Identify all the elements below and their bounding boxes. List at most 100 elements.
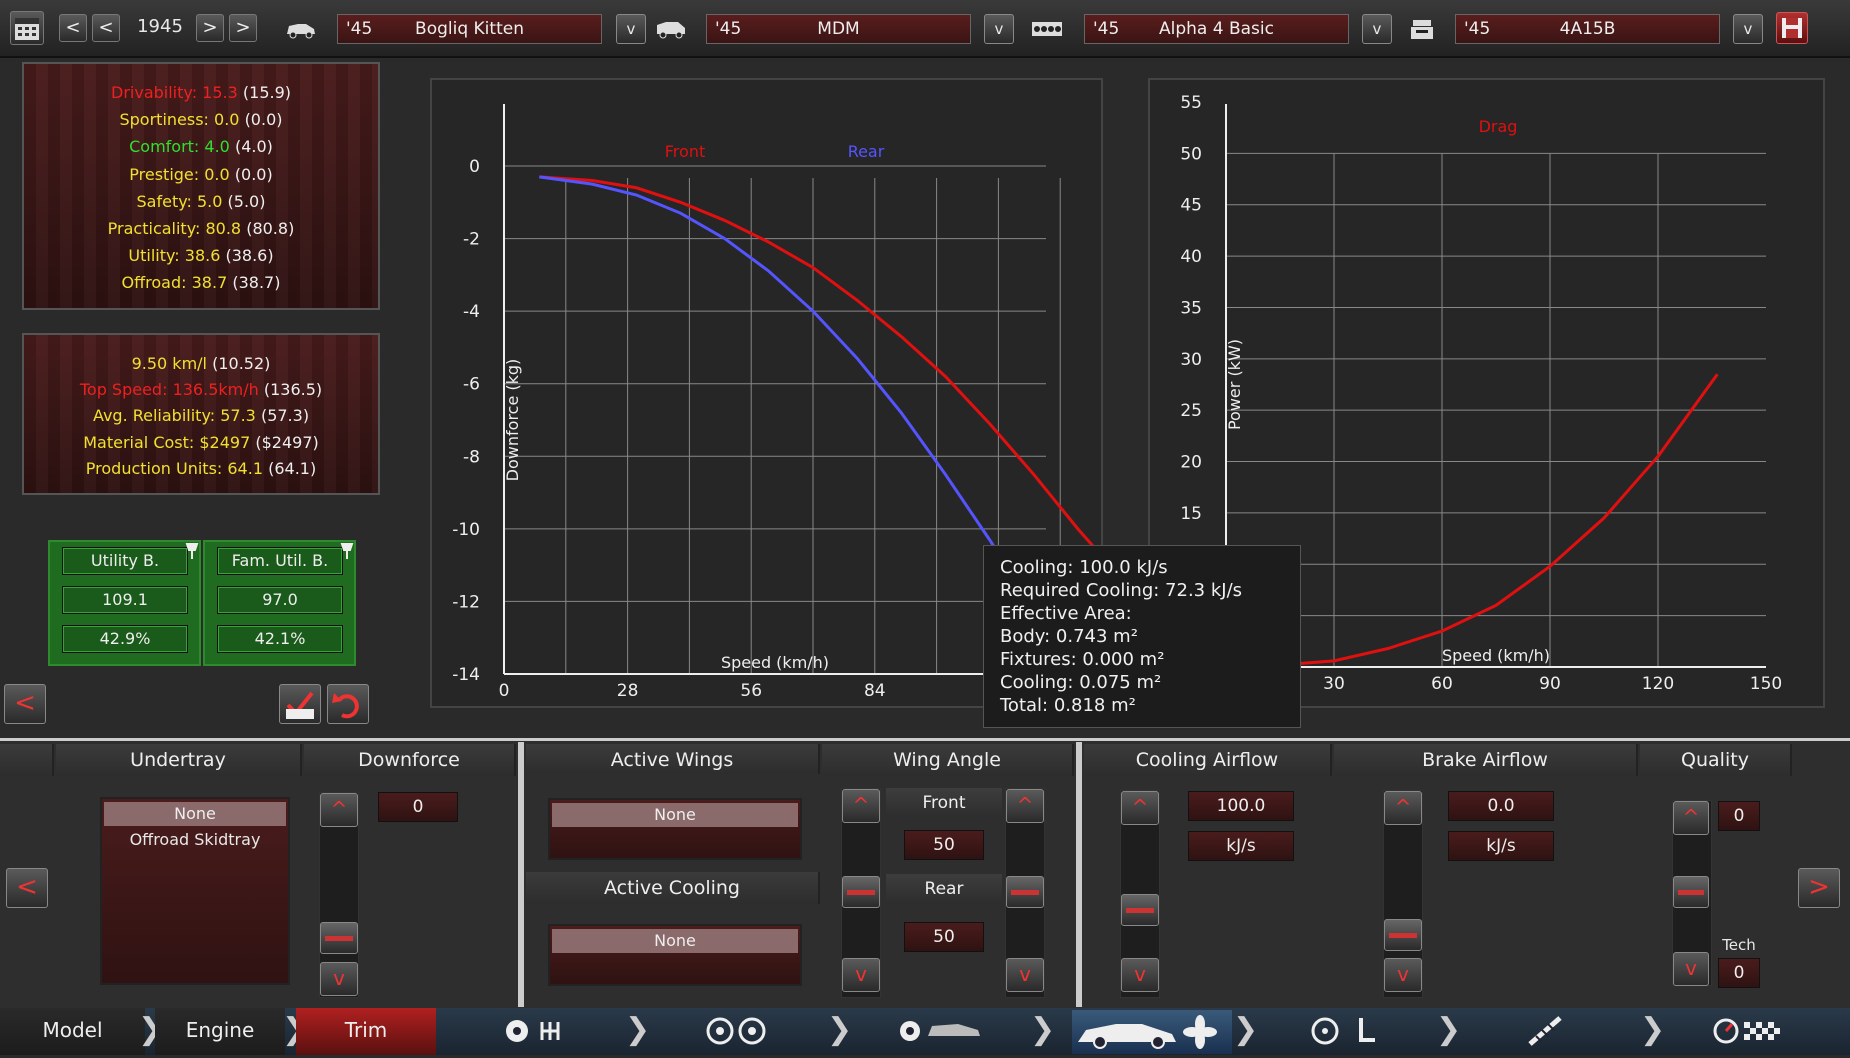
x-tick-label: 56 <box>740 681 762 701</box>
tab-suspension-icon[interactable] <box>1520 1014 1570 1048</box>
cooling-airflow-down-button[interactable]: v <box>1121 958 1159 992</box>
tab-aero-icon[interactable] <box>1072 1010 1232 1054</box>
cooling-airflow-slider-thumb[interactable] <box>1121 894 1159 926</box>
tab-trim[interactable]: Trim <box>296 1008 436 1055</box>
brake-airflow-value: 0.0 <box>1448 791 1554 821</box>
stat-label: Production Units: <box>85 458 228 478</box>
stat-value: 136.5km/h <box>172 380 259 400</box>
tab-chassis-gears-icon[interactable] <box>500 1014 580 1048</box>
model-dropdown-button[interactable]: v <box>616 14 646 44</box>
quality-header: Quality <box>1640 744 1792 776</box>
stat-label: Material Cost: <box>83 432 200 452</box>
pin-icon[interactable] <box>338 542 356 560</box>
active-wings-list[interactable]: None <box>548 798 802 860</box>
front-wing-up-button[interactable]: ^ <box>842 789 880 823</box>
market-score: 109.1 <box>62 586 188 614</box>
calendar-icon[interactable] <box>10 11 44 45</box>
next-section-button[interactable]: > <box>1798 868 1840 908</box>
stat-label: Comfort: <box>129 137 205 157</box>
stats-panel: Drivability: 15.3 (15.9) Sportiness: 0.0 … <box>22 62 380 310</box>
pin-icon[interactable] <box>183 542 201 560</box>
stat-value: 38.7 <box>191 273 228 293</box>
active-wings-option-none[interactable]: None <box>552 803 798 827</box>
save-icon[interactable] <box>1776 12 1808 44</box>
active-wings-header: Active Wings <box>526 744 820 774</box>
undertray-list[interactable]: None Offroad Skidtray <box>100 797 290 985</box>
prev-section-button[interactable]: < <box>6 868 48 908</box>
undo-icon[interactable] <box>327 684 369 724</box>
stat-previous-value: (4.0) <box>234 137 273 157</box>
chevron-right-icon: ❯ <box>1640 1012 1666 1047</box>
stat-value: $2497 <box>199 432 251 452</box>
tab-testing-icon[interactable] <box>1710 1014 1790 1048</box>
year-next-fast-button[interactable]: > <box>229 14 257 42</box>
tooltip-cooling-area: Cooling: 0.075 m² <box>1000 672 1162 693</box>
chevron-right-icon: ❯ <box>827 1012 853 1047</box>
stat-label: Safety: <box>136 191 197 211</box>
tooltip-fixtures-area: Fixtures: 0.000 m² <box>1000 649 1165 670</box>
engine-variant-dropdown-button[interactable]: v <box>1733 14 1763 44</box>
tab-engine[interactable]: Engine <box>155 1008 285 1055</box>
cooling-airflow-up-button[interactable]: ^ <box>1121 791 1159 825</box>
year-prev-fast-button[interactable]: < <box>59 14 87 42</box>
year-prev-button[interactable]: < <box>92 14 120 42</box>
stat-line: Material Cost: $2497 ($2497) <box>24 433 378 452</box>
quality-slider-thumb[interactable] <box>1673 876 1709 908</box>
stat-previous-value: (15.9) <box>242 83 291 102</box>
rear-wing-up-button[interactable]: ^ <box>1006 789 1044 823</box>
downforce-slider-thumb[interactable] <box>320 922 358 954</box>
downforce-up-button[interactable]: ^ <box>320 793 358 827</box>
tab-wheels-icon[interactable] <box>700 1014 780 1048</box>
rear-wing-down-button[interactable]: v <box>1006 958 1044 992</box>
stat-value: 0.0 <box>204 164 230 184</box>
downforce-down-button[interactable]: v <box>320 962 358 996</box>
stat-value: 80.8 <box>205 219 242 238</box>
engine-dropdown-button[interactable]: v <box>1362 14 1392 44</box>
stat-line: Production Units: 64.1 (64.1) <box>24 459 378 478</box>
cooling-airflow-header: Cooling Airflow <box>1084 744 1332 776</box>
engine-variant-select[interactable]: '45 4A15B <box>1455 14 1720 44</box>
tab-body-icon[interactable] <box>898 1014 988 1048</box>
legend-front: Front <box>665 142 705 161</box>
validate-icon[interactable] <box>279 684 321 724</box>
brake-airflow-up-button[interactable]: ^ <box>1384 791 1422 825</box>
trim-select[interactable]: '45 MDM <box>706 14 971 44</box>
y-tick-label: 20 <box>1180 453 1202 473</box>
stat-line: Utility: 38.6 (38.6) <box>24 246 378 265</box>
downforce-header: Downforce <box>304 744 516 776</box>
collapse-left-button[interactable]: < <box>4 684 46 724</box>
brake-airflow-down-button[interactable]: v <box>1384 958 1422 992</box>
stat-previous-value: (0.0) <box>234 164 273 184</box>
tab-model[interactable]: Model <box>0 1008 145 1055</box>
stat-previous-value: (57.3) <box>260 406 310 426</box>
tooltip-effective-area: Effective Area: <box>1000 603 1132 624</box>
stat-label: Avg. Reliability: <box>92 406 221 426</box>
stat-line: Safety: 5.0 (5.0) <box>24 192 378 211</box>
stat-line: Prestige: 0.0 (0.0) <box>24 165 378 184</box>
rear-wing-slider-thumb[interactable] <box>1006 876 1044 908</box>
car-model-icon <box>287 24 315 39</box>
stat-line: Offroad: 38.7 (38.7) <box>24 273 378 292</box>
y-axis-label: Power (kW) <box>1225 339 1244 430</box>
undertray-option-none[interactable]: None <box>104 802 286 826</box>
front-wing-down-button[interactable]: v <box>842 958 880 992</box>
quality-down-button[interactable]: v <box>1673 952 1709 986</box>
engine-select[interactable]: '45 Alpha 4 Basic <box>1084 14 1349 44</box>
stat-previous-value: (64.1) <box>268 458 317 478</box>
series-line-drag <box>1279 373 1719 667</box>
stat-line: Drivability: 15.3 (15.9) <box>24 83 378 102</box>
quality-up-button[interactable]: ^ <box>1673 801 1709 835</box>
brake-airflow-slider-thumb[interactable] <box>1384 919 1422 951</box>
active-cooling-list[interactable]: None <box>548 924 802 986</box>
tab-interior-icon[interactable] <box>1305 1014 1385 1048</box>
year-next-button[interactable]: > <box>196 14 224 42</box>
y-tick-label: 40 <box>1180 247 1202 267</box>
stat-label: Top Speed: <box>79 380 173 400</box>
trim-dropdown-button[interactable]: v <box>984 14 1014 44</box>
active-cooling-option-none[interactable]: None <box>552 929 798 953</box>
front-wing-slider-thumb[interactable] <box>842 876 880 908</box>
model-name: Bogliq Kitten <box>415 19 524 39</box>
market-name: Utility B. <box>62 547 188 575</box>
undertray-option-skidtray[interactable]: Offroad Skidtray <box>104 828 286 852</box>
model-select[interactable]: '45 Bogliq Kitten <box>337 14 602 44</box>
